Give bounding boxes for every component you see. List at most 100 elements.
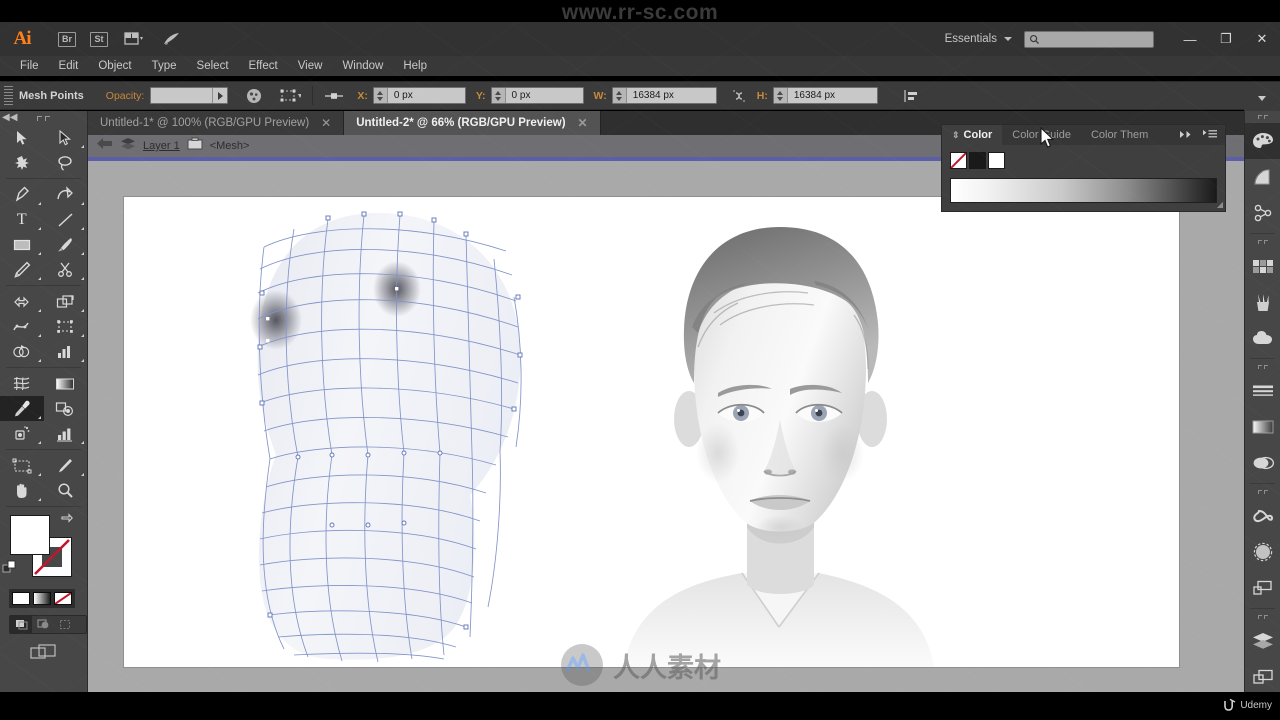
gradient-panel-icon[interactable] [1245,409,1280,445]
dock-gripper-3[interactable] [1245,361,1280,373]
brushes-panel-icon[interactable] [1245,284,1280,320]
x-field[interactable]: 0 px [372,87,466,104]
tab-color[interactable]: ⇕ Color [942,125,1003,145]
tab-color-themes[interactable]: Color Them [1081,125,1158,145]
dock-gripper-4[interactable] [1245,486,1280,498]
menu-help[interactable]: Help [393,56,437,76]
none-swatch[interactable] [950,152,967,169]
restore-button[interactable]: ❐ [1208,22,1244,56]
workspace-switcher[interactable]: Essentials [933,33,1024,45]
group-icon[interactable] [187,137,203,155]
blend-tool[interactable] [44,396,88,421]
menu-window[interactable]: Window [332,56,393,76]
opacity-field[interactable] [150,87,229,104]
menu-type[interactable]: Type [142,56,187,76]
direct-selection-tool[interactable] [44,125,88,150]
gradient-swatch[interactable] [33,592,51,605]
layers-icon[interactable] [120,137,136,156]
symbol-sprayer-tool[interactable] [0,421,44,446]
curvature-tool[interactable] [44,182,88,207]
gradient-mesh-head[interactable] [224,207,564,667]
color-guide-panel-icon[interactable] [1245,159,1280,195]
control-bar-gripper[interactable] [4,85,13,106]
recolor-artwork-icon[interactable] [242,85,266,107]
w-stepper[interactable] [612,88,627,103]
dock-gripper-2[interactable] [1245,236,1280,248]
swatches-panel-icon[interactable] [1245,248,1280,284]
scale-reflect-tool[interactable] [44,289,88,314]
menu-select[interactable]: Select [187,56,239,76]
gradient-tool[interactable] [44,371,88,396]
menu-file[interactable]: File [10,56,49,76]
search-field[interactable] [1024,30,1154,48]
artboards-panel-icon[interactable] [1245,659,1280,695]
pen-tool[interactable] [0,182,44,207]
align-panel-icon[interactable] [1245,570,1280,606]
eyedropper-tool[interactable] [0,396,44,421]
artboard-tool[interactable] [0,453,44,478]
change-screen-mode-icon[interactable] [0,643,87,661]
opacity-dropdown-icon[interactable] [212,88,227,103]
menu-effect[interactable]: Effect [239,56,288,76]
document-tab-2[interactable]: Untitled-2* @ 66% (RGB/GPU Preview) ✕ [344,111,601,135]
transform-icon[interactable] [278,85,302,107]
hand-tool[interactable] [0,478,44,503]
perspective-grid-tool[interactable] [44,421,88,446]
none-swatch[interactable] [54,592,72,605]
scissors-tool[interactable] [44,257,88,282]
mesh-tool[interactable] [0,371,44,396]
double-arrow-icon[interactable] [1179,126,1194,144]
column-graph-tool[interactable] [44,339,88,364]
document-tab-1[interactable]: Untitled-1* @ 100% (RGB/GPU Preview) ✕ [88,111,345,135]
magic-wand-tool[interactable] [0,150,44,175]
transparency-panel-icon[interactable] [1245,445,1280,481]
menu-view[interactable]: View [288,56,333,76]
default-fill-stroke-icon[interactable] [2,560,18,581]
layers-panel-icon[interactable] [1245,623,1280,659]
artboard[interactable] [124,197,1179,667]
color-panel-icon[interactable] [1245,123,1280,159]
width-warp-tool[interactable] [0,314,44,339]
swap-fill-stroke-icon[interactable] [59,513,73,532]
align-icon[interactable] [323,85,347,107]
dock-gripper-1[interactable] [1245,111,1280,123]
appearance-panel-icon[interactable] [1245,534,1280,570]
rotate-tool[interactable] [0,289,44,314]
type-tool[interactable]: T [0,207,44,232]
close-icon[interactable]: ✕ [578,116,588,130]
search-input[interactable] [1040,33,1149,45]
line-segment-tool[interactable] [44,207,88,232]
close-icon[interactable]: ✕ [321,116,331,130]
minimize-button[interactable]: — [1172,22,1208,56]
slice-tool[interactable] [44,453,88,478]
distribute-icon[interactable] [900,85,924,107]
h-stepper[interactable] [773,88,788,103]
shaper-pencil-tool[interactable] [0,257,44,282]
back-arrow-icon[interactable] [96,137,113,155]
grayscale-spectrum-ramp[interactable] [950,178,1217,203]
y-stepper[interactable] [491,88,506,103]
draw-behind-mode[interactable] [32,616,54,633]
dock-expand-button[interactable] [1244,85,1280,111]
tools-collapse-icon[interactable]: ◀◀ [2,112,17,123]
w-field[interactable]: 16384 px [611,87,717,104]
lasso-tool[interactable] [44,150,88,175]
symbols-panel-icon[interactable] [1245,320,1280,356]
dock-gripper-5[interactable] [1245,611,1280,623]
breadcrumb-layer-name[interactable]: Layer 1 [143,140,180,152]
link-broken-icon[interactable] [727,85,751,107]
draw-inside-mode[interactable] [54,616,76,633]
x-stepper[interactable] [373,88,388,103]
breadcrumb-object-name[interactable]: <Mesh> [210,140,250,152]
black-swatch[interactable] [969,152,986,169]
portrait-reference-photo[interactable] [614,197,944,667]
arrange-documents-icon[interactable] [122,29,146,49]
shape-builder-tool[interactable] [0,339,44,364]
stock-icon[interactable]: St [90,31,108,47]
color-swatch[interactable] [12,592,30,605]
menu-edit[interactable]: Edit [49,56,89,76]
color-themes-panel-icon[interactable] [1245,195,1280,231]
free-transform-tool[interactable] [44,314,88,339]
h-field[interactable]: 16384 px [772,87,878,104]
close-button[interactable]: ✕ [1244,22,1280,56]
